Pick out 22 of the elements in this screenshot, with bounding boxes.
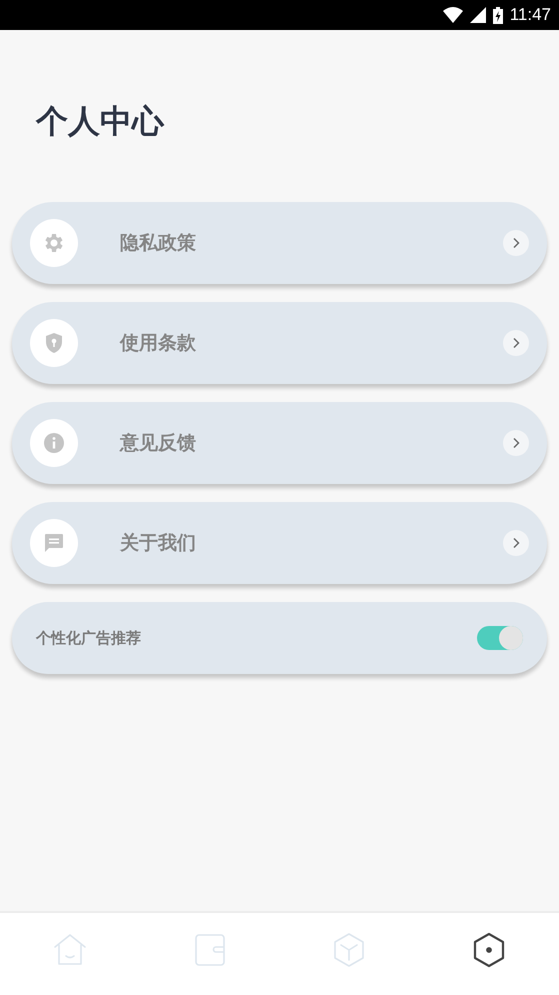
menu-item[interactable]: 关于我们 — [12, 502, 547, 584]
menu-item[interactable]: 隐私政策 — [12, 202, 547, 284]
menu-label: 使用条款 — [120, 331, 197, 356]
chevron-right-icon — [503, 230, 529, 256]
menu-label: 隐私政策 — [120, 231, 197, 256]
chevron-right-icon — [503, 430, 529, 456]
home-icon[interactable] — [52, 932, 88, 968]
menu-label: 意见反馈 — [120, 431, 197, 456]
info-icon — [42, 431, 66, 455]
chevron-right-icon — [503, 530, 529, 556]
signal-icon — [470, 7, 486, 23]
battery-icon — [492, 6, 503, 24]
chat-icon — [42, 531, 66, 555]
page-title: 个人中心 — [36, 101, 166, 142]
toggle-switch[interactable] — [477, 626, 523, 650]
chevron-right-icon — [503, 330, 529, 356]
menu-item[interactable]: 使用条款 — [12, 302, 547, 384]
status-time: 11:47 — [510, 5, 551, 25]
menu-item[interactable]: 意见反馈 — [12, 402, 547, 484]
setting-label: 个性化广告推荐 — [36, 628, 142, 648]
wifi-icon — [442, 7, 463, 23]
menu-label: 关于我们 — [120, 531, 197, 556]
